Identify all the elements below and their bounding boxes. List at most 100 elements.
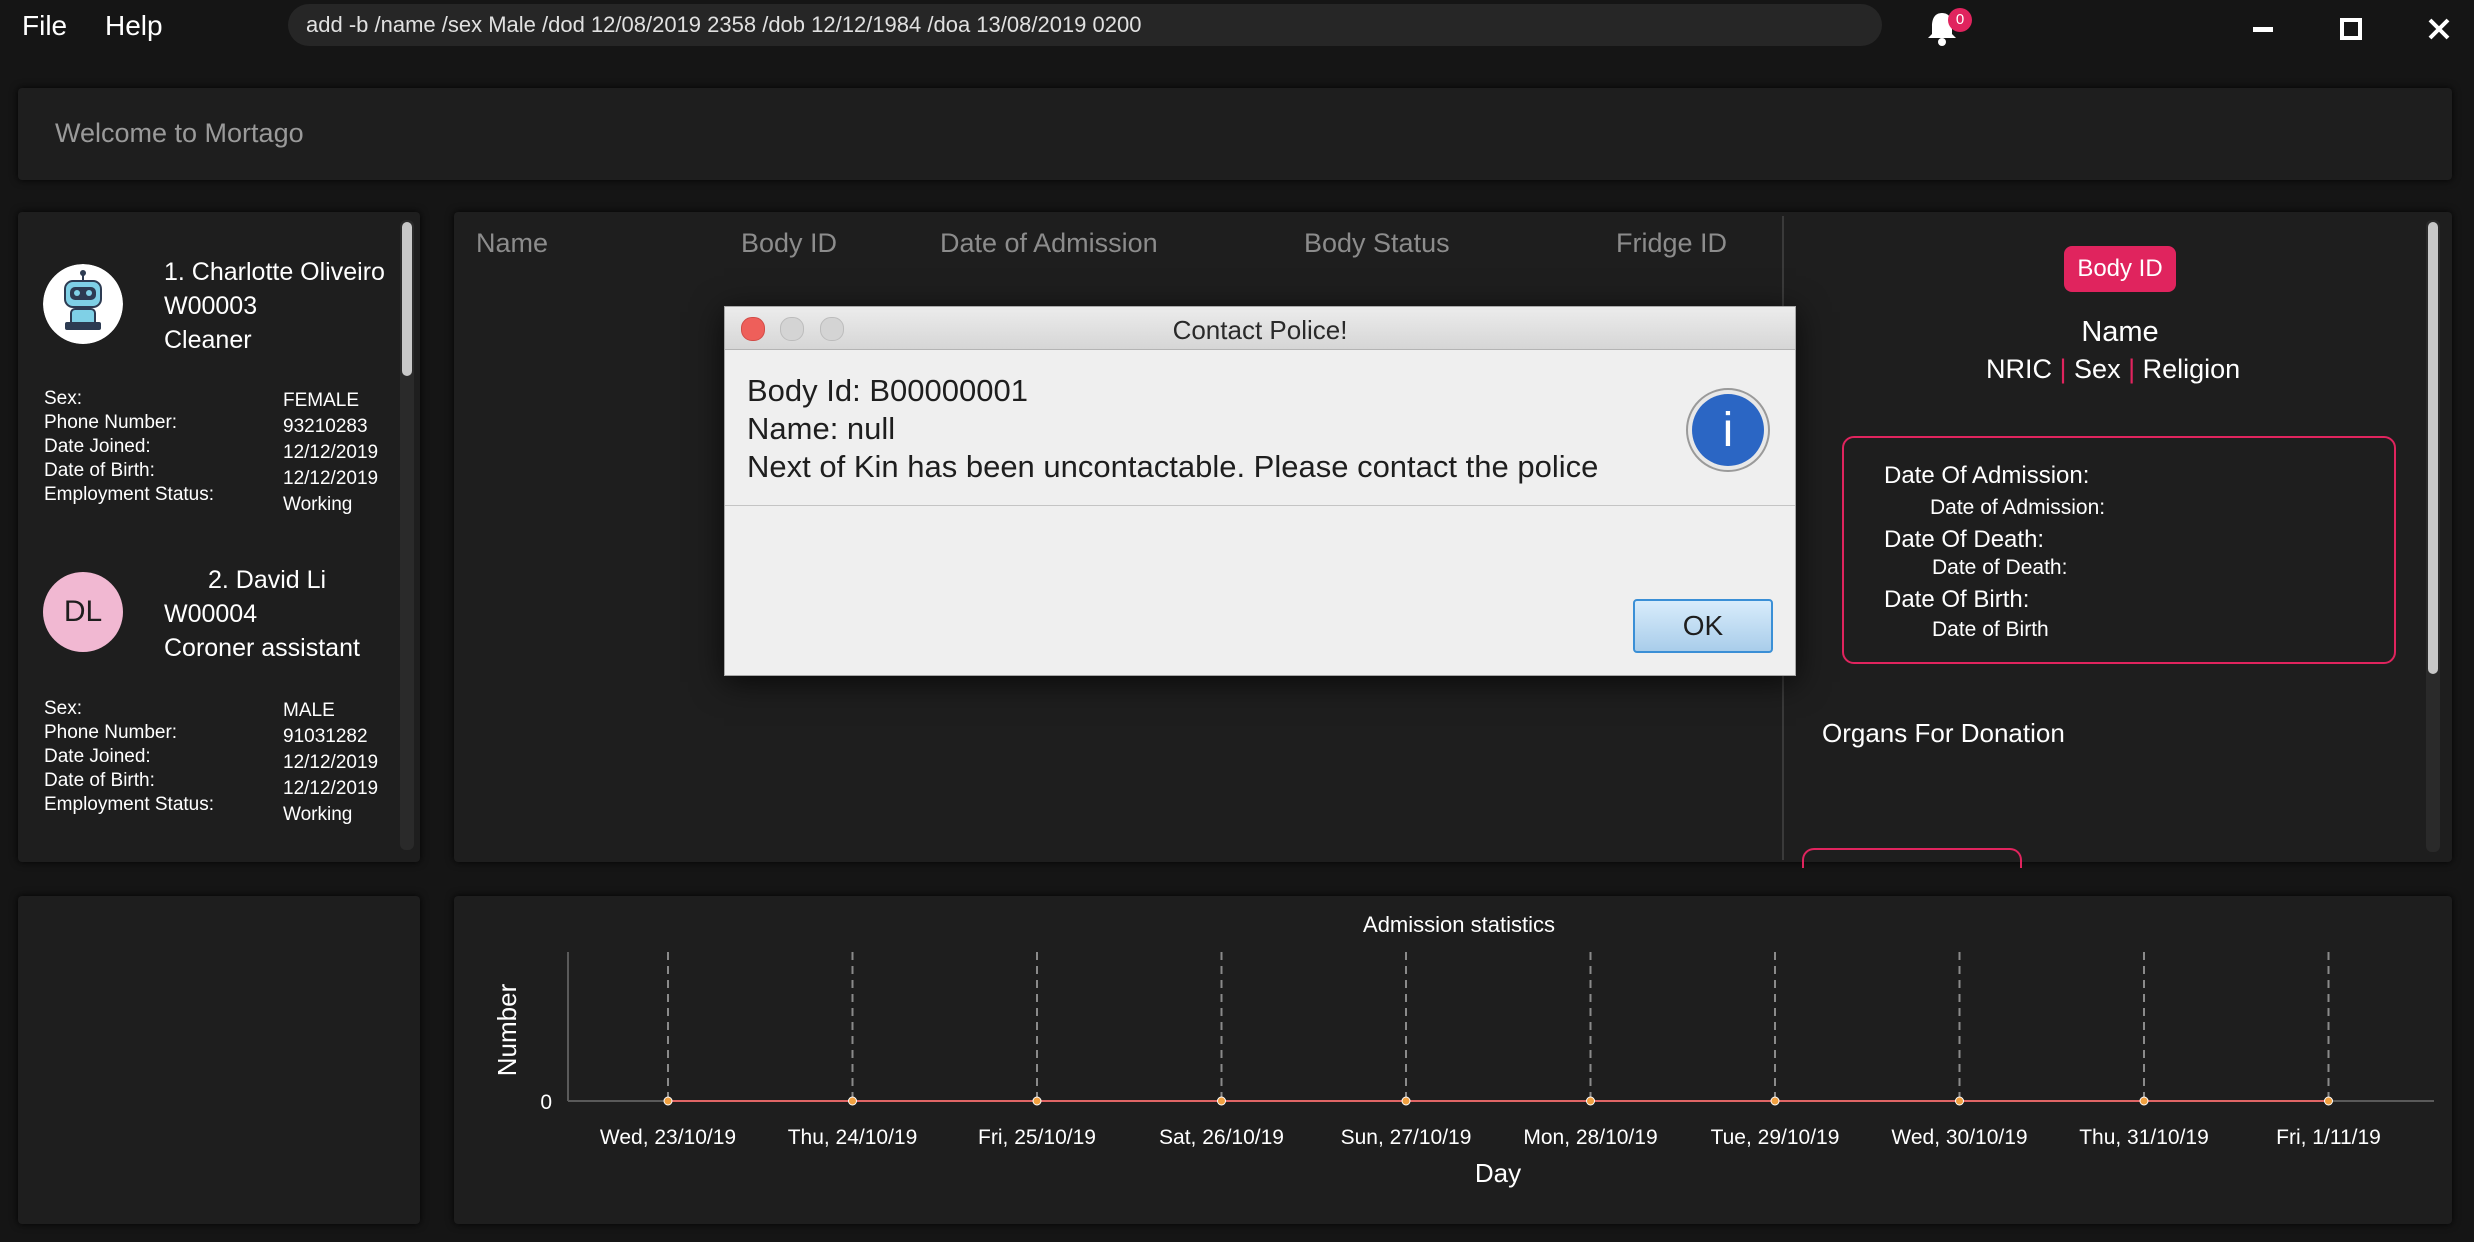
worker-scrollbar-thumb[interactable] (402, 222, 412, 376)
chart-data-point (1955, 1096, 1964, 1106)
chart-y-axis-label: Number (492, 983, 522, 1076)
chart-x-tick-label: Fri, 25/10/19 (978, 1126, 1096, 1149)
admission-chart-panel: Admission statistics Number Day 0 Wed, 23… (454, 896, 2452, 1224)
admission-chart: Admission statistics Number Day 0 Wed, 23… (492, 912, 2434, 1188)
worker-card[interactable]: DL 2. David Li W00004 Coroner assistant … (18, 522, 398, 842)
worker-id: W00003 (164, 292, 258, 320)
meta-separator: | (2128, 354, 2136, 384)
worker-field-value: 12/12/2019 (283, 752, 379, 773)
doa-label: Date Of Admission: (1884, 462, 2090, 489)
body-detail-scrollbar[interactable] (2426, 220, 2440, 852)
chart-x-tick-label: Thu, 31/10/19 (2079, 1126, 2209, 1149)
organs-box (1802, 848, 2022, 868)
command-input[interactable]: add -b /name /sex Male /dod 12/08/2019 2… (288, 4, 1882, 46)
doa-value: Date of Admission: (1930, 496, 2106, 519)
dob-label: Date Of Birth: (1884, 586, 2030, 613)
chart-x-tick-label: Wed, 30/10/19 (1891, 1126, 2027, 1149)
worker-field-value: 12/12/2019 (283, 442, 379, 463)
menu-help[interactable]: Help (105, 10, 163, 42)
column-header-fridge-id[interactable]: Fridge ID (1616, 228, 1727, 259)
empty-panel (18, 896, 420, 1224)
info-icon-glyph: i (1723, 404, 1734, 457)
dialog-body-id: Body Id: B00000001 (747, 373, 1028, 408)
body-detail-nric: NRIC (1986, 354, 2052, 384)
notification-count-badge: 0 (1948, 8, 1972, 32)
chart-x-tick-label: Sun, 27/10/19 (1341, 1126, 1472, 1149)
chart-x-tick-label: Mon, 28/10/19 (1523, 1126, 1657, 1149)
minimize-icon[interactable] (2246, 12, 2280, 46)
chart-title: Admission statistics (1363, 912, 1555, 937)
body-detail-sex: Sex (2074, 354, 2121, 384)
welcome-text: Welcome to Mortago (55, 118, 304, 148)
worker-field-label: Date Joined: (44, 436, 151, 457)
chart-data-point (663, 1096, 673, 1106)
worker-field-label: Date of Birth: (44, 460, 155, 481)
contact-police-dialog: Contact Police! Body Id: B00000001 Name:… (724, 306, 1796, 676)
body-id-badge: Body ID (2064, 246, 2176, 292)
worker-id: W00004 (164, 600, 258, 628)
worker-title: 2. David Li (208, 566, 327, 594)
worker-field-label: Sex: (44, 388, 83, 409)
info-icon: i (1686, 388, 1770, 472)
maximize-icon[interactable] (2334, 12, 2368, 46)
chart-x-tick-label: Sat, 26/10/19 (1159, 1126, 1284, 1149)
body-detail-meta: NRIC | Sex | Religion (1986, 354, 2240, 385)
worker-field-value: 93210283 (283, 416, 368, 437)
ok-button[interactable]: OK (1633, 599, 1773, 653)
column-header-date-of-admission[interactable]: Date of Admission (940, 228, 1158, 259)
dod-label: Date Of Death: (1884, 526, 2045, 553)
worker-field-label: Date Joined: (44, 746, 151, 767)
chart-x-tick-label: Fri, 1/11/19 (2276, 1126, 2381, 1149)
worker-field-value: MALE (283, 700, 335, 721)
worker-field-value: FEMALE (283, 390, 360, 411)
worker-role: Cleaner (164, 326, 252, 354)
dialog-separator (725, 505, 1795, 506)
worker-field-label: Employment Status: (44, 484, 215, 505)
dialog-title: Contact Police! (1172, 315, 1348, 345)
worker-card[interactable]: 1. Charlotte Oliveiro W00003 Cleaner Sex… (18, 212, 398, 522)
dob-value: Date of Birth (1932, 618, 2049, 641)
worker-field-value: 91031282 (283, 726, 368, 747)
dod-value: Date of Death: (1932, 556, 2068, 579)
chart-y-tick-label: 0 (540, 1091, 552, 1114)
worker-field-value: Working (283, 494, 353, 515)
worker-field-label: Sex: (44, 698, 83, 719)
chart-data-point (2324, 1096, 2333, 1106)
worker-field-label: Date of Birth: (44, 770, 155, 791)
chart-data-point (1586, 1096, 1595, 1106)
chart-x-tick-label: Wed, 23/10/19 (600, 1126, 736, 1149)
chart-data-point (1401, 1096, 1411, 1106)
body-detail-religion: Religion (2142, 354, 2241, 384)
column-header-name[interactable]: Name (476, 228, 548, 259)
worker-role: Coroner assistant (164, 634, 360, 662)
worker-field-value: Working (283, 804, 353, 825)
dialog-message: Next of Kin has been uncontactable. Plea… (747, 449, 1599, 484)
close-icon[interactable] (2422, 12, 2456, 46)
chart-x-tick-label: Tue, 29/10/19 (1711, 1126, 1840, 1149)
worker-scrollbar[interactable] (400, 220, 414, 850)
organs-label: Organs For Donation (1822, 718, 2065, 748)
chart-data-point (1032, 1096, 1042, 1106)
body-detail-name: Name (2081, 316, 2159, 348)
chart-x-tick-label: Thu, 24/10/19 (788, 1126, 918, 1149)
worker-field-value: 12/12/2019 (283, 778, 379, 799)
menu-file[interactable]: File (22, 10, 67, 42)
dialog-name: Name: null (747, 411, 896, 446)
chart-x-axis-label: Day (1475, 1158, 1521, 1188)
worker-title: 1. Charlotte Oliveiro (164, 258, 385, 286)
column-header-body-id[interactable]: Body ID (741, 228, 837, 259)
worker-avatar-initials: DL (43, 572, 123, 652)
meta-separator: | (2059, 354, 2067, 384)
body-detail-scrollbar-thumb[interactable] (2428, 222, 2438, 674)
column-header-body-status[interactable]: Body Status (1304, 228, 1450, 259)
chart-data-point (848, 1096, 857, 1106)
worker-field-label: Phone Number: (44, 722, 178, 743)
chart-data-point (1770, 1096, 1780, 1106)
chart-data-point (1217, 1096, 1226, 1106)
worker-field-label: Phone Number: (44, 412, 178, 433)
chart-data-point (2139, 1096, 2149, 1106)
welcome-bar: Welcome to Mortago (18, 88, 2452, 180)
worker-list-panel: 1. Charlotte Oliveiro W00003 Cleaner Sex… (18, 212, 420, 862)
worker-field-value: 12/12/2019 (283, 468, 379, 489)
worker-field-label: Employment Status: (44, 794, 215, 815)
